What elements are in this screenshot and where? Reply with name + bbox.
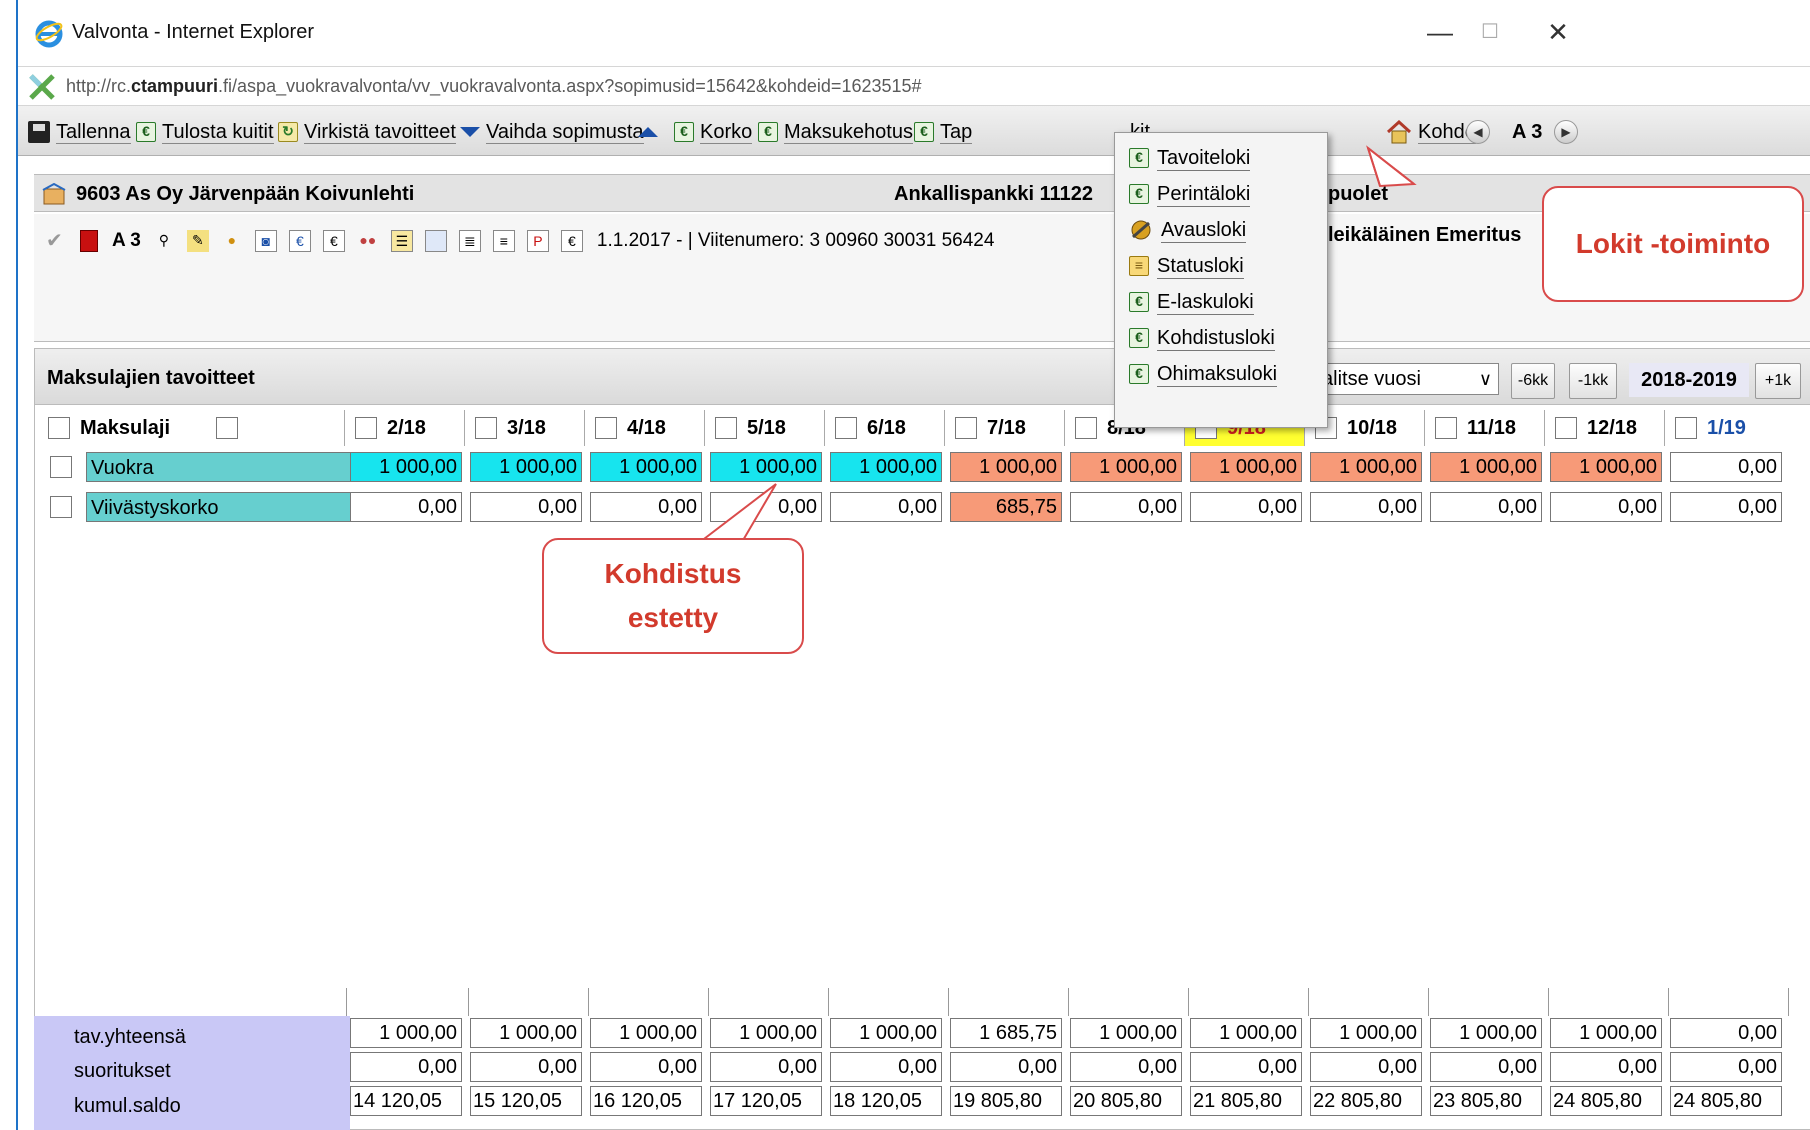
callout-pointers — [699, 145, 1417, 543]
callout-kohdistus: Kohdistus estetty — [542, 538, 804, 654]
callout-lokit: Lokit -toiminto — [1542, 186, 1804, 302]
